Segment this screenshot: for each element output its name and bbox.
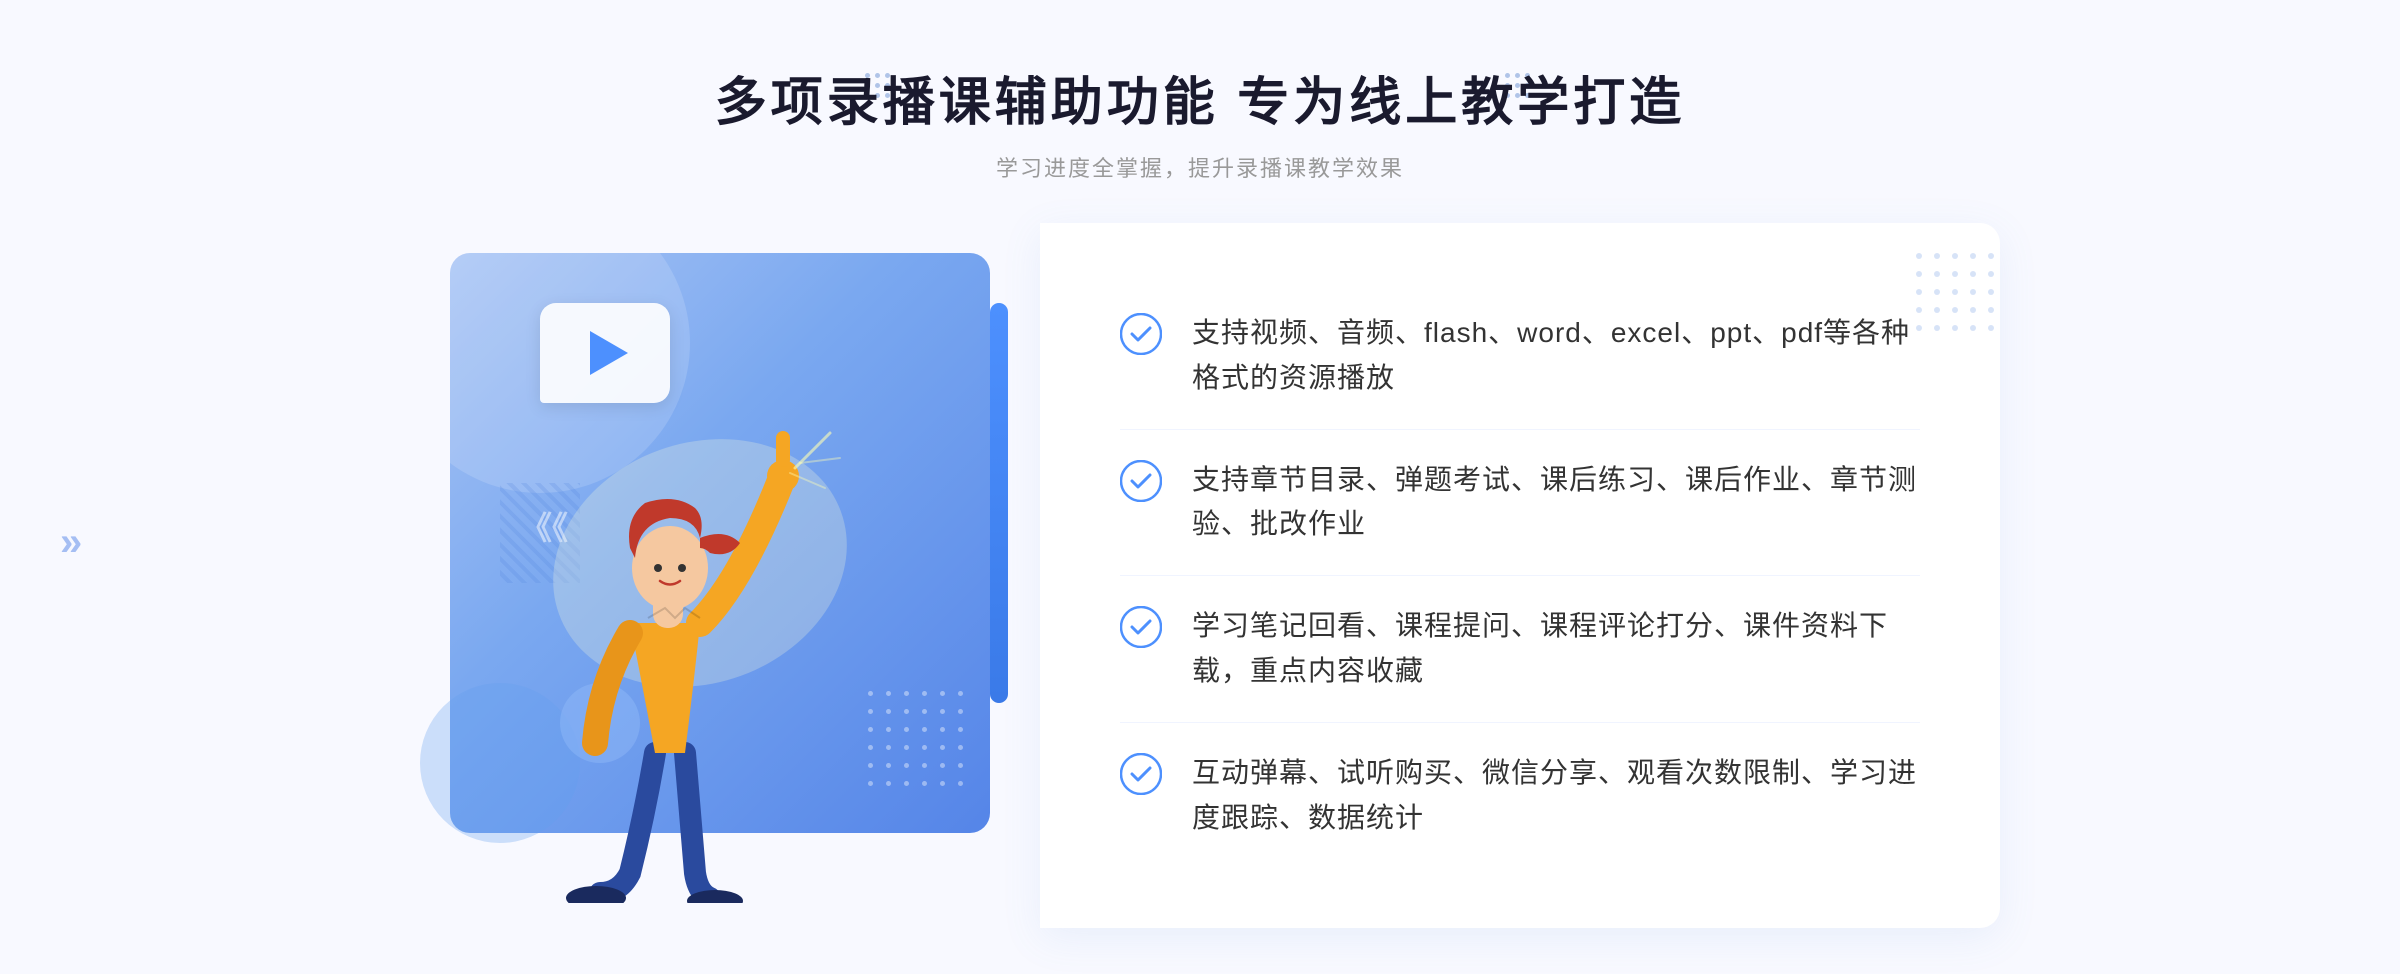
feature-text-3: 学习笔记回看、课程提问、课程评论打分、课件资料下载，重点内容收藏 [1192, 604, 1920, 694]
dots-top-right [1916, 253, 2000, 337]
check-icon-4 [1120, 753, 1162, 795]
illustration-area: 《《 [400, 223, 1040, 903]
check-icon-1 [1120, 313, 1162, 355]
sub-title: 学习进度全掌握，提升录播课教学效果 [715, 151, 1685, 183]
accent-bar [990, 303, 1008, 703]
page-wrapper: 多项录播课辅助功能 专为线上教学打造 学习进度全掌握，提升录播课教学效果 » [0, 0, 2400, 974]
check-icon-3 [1120, 606, 1162, 648]
check-icon-2 [1120, 460, 1162, 502]
feature-text-4: 互动弹幕、试听购买、微信分享、观看次数限制、学习进度跟踪、数据统计 [1192, 751, 1920, 841]
left-arrow-deco: » [60, 520, 82, 565]
feature-item-4: 互动弹幕、试听购买、微信分享、观看次数限制、学习进度跟踪、数据统计 [1120, 723, 1920, 869]
main-content: 《《 [400, 223, 2000, 928]
feature-text-2: 支持章节目录、弹题考试、课后练习、课后作业、章节测验、批改作业 [1192, 458, 1920, 548]
main-title: 多项录播课辅助功能 专为线上教学打造 [715, 60, 1685, 135]
figure-illustration [500, 383, 860, 903]
title-section: 多项录播课辅助功能 专为线上教学打造 学习进度全掌握，提升录播课教学效果 [715, 60, 1685, 183]
feature-item-2: 支持章节目录、弹题考试、课后练习、课后作业、章节测验、批改作业 [1120, 430, 1920, 577]
content-panel: 支持视频、音频、flash、word、excel、ppt、pdf等各种格式的资源… [1040, 223, 2000, 928]
feature-item-1: 支持视频、音频、flash、word、excel、ppt、pdf等各种格式的资源… [1120, 283, 1920, 430]
feature-text-1: 支持视频、音频、flash、word、excel、ppt、pdf等各种格式的资源… [1192, 311, 1920, 401]
feature-item-3: 学习笔记回看、课程提问、课程评论打分、课件资料下载，重点内容收藏 [1120, 576, 1920, 723]
play-icon [590, 331, 628, 375]
